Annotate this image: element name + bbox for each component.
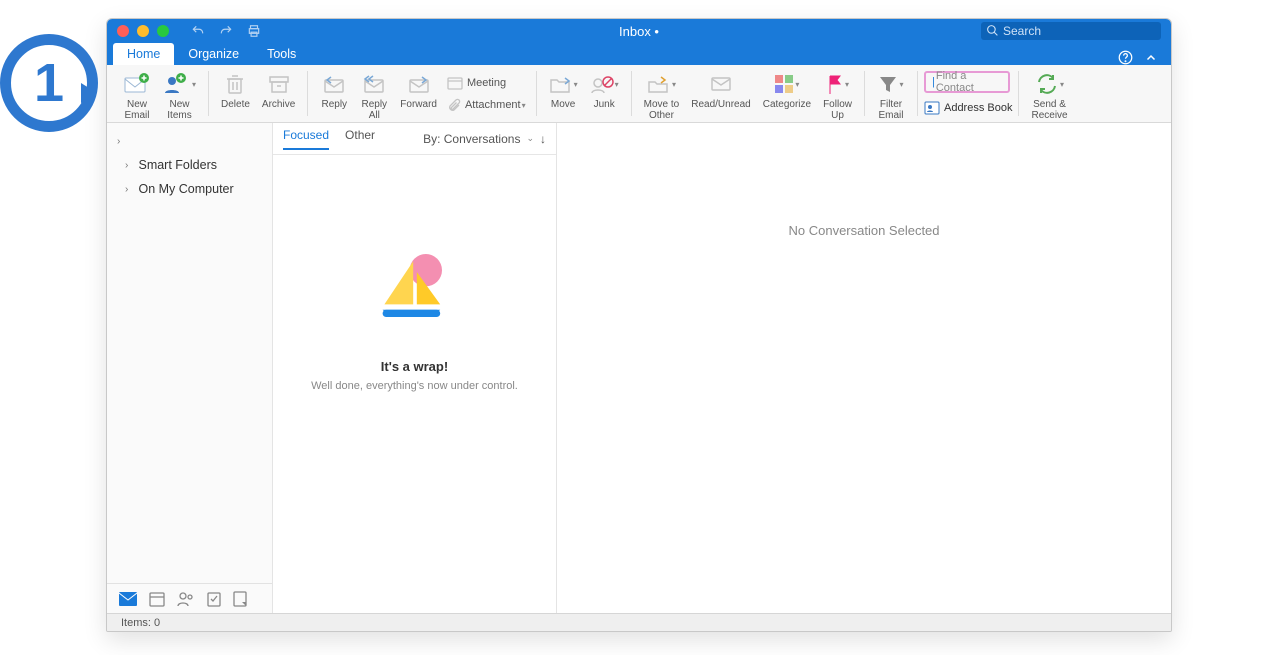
sidebar-smart-folders[interactable]: › Smart Folders bbox=[107, 153, 272, 177]
tab-tools[interactable]: Tools bbox=[253, 43, 310, 65]
filter-email-button[interactable]: ▾ Filter Email bbox=[871, 69, 911, 121]
empty-state: It's a wrap! Well done, everything's now… bbox=[273, 155, 556, 613]
people-nav-icon[interactable] bbox=[177, 591, 195, 607]
notes-nav-icon[interactable] bbox=[233, 591, 247, 607]
follow-up-button[interactable]: ▾ Follow Up bbox=[817, 69, 858, 121]
categorize-button[interactable]: ▾ Categorize bbox=[757, 69, 817, 110]
send-receive-button[interactable]: ▾ Send & Receive bbox=[1025, 69, 1073, 121]
callout-step-badge: 1 bbox=[0, 34, 98, 132]
print-icon[interactable] bbox=[247, 24, 261, 38]
nav-switcher bbox=[107, 583, 272, 613]
calendar-nav-icon[interactable] bbox=[149, 591, 165, 607]
sidebar-expander[interactable]: › bbox=[107, 129, 272, 153]
message-list: Focused Other By: Conversations⌄ ↓ It's … bbox=[273, 123, 557, 613]
help-icon[interactable] bbox=[1118, 50, 1133, 65]
body: › › Smart Folders › On My Computer Focus… bbox=[107, 123, 1171, 613]
find-contact-input[interactable]: |Find a Contact bbox=[924, 71, 1010, 93]
search-input[interactable] bbox=[981, 22, 1161, 40]
reply-button[interactable]: Reply bbox=[314, 69, 354, 110]
meeting-button[interactable]: Meeting bbox=[443, 73, 530, 93]
tasks-nav-icon[interactable] bbox=[207, 591, 221, 607]
sort-by-button[interactable]: By: Conversations⌄ ↓ bbox=[423, 132, 546, 146]
tab-home[interactable]: Home bbox=[113, 43, 174, 65]
ribbon-tabs: Home Organize Tools bbox=[107, 43, 1171, 65]
move-to-other-button[interactable]: ▾ Move to Other bbox=[638, 69, 686, 121]
search-wrapper bbox=[981, 22, 1161, 40]
tab-organize[interactable]: Organize bbox=[174, 43, 253, 65]
quick-access-toolbar bbox=[191, 24, 261, 38]
archive-button[interactable]: Archive bbox=[256, 69, 301, 110]
window-close-button[interactable] bbox=[117, 25, 129, 37]
new-email-button[interactable]: New Email bbox=[117, 69, 157, 121]
sidebar-on-my-computer[interactable]: › On My Computer bbox=[107, 177, 272, 201]
new-items-button[interactable]: ▾ New Items bbox=[157, 69, 202, 121]
focused-tab[interactable]: Focused bbox=[283, 128, 329, 150]
window-zoom-button[interactable] bbox=[157, 25, 169, 37]
app-window: Inbox • Home Organize Tools New Email ▾ … bbox=[106, 18, 1172, 632]
forward-button[interactable]: Forward bbox=[394, 69, 443, 110]
empty-subtitle: Well done, everything's now under contro… bbox=[311, 380, 518, 392]
address-book-button[interactable]: Address Book bbox=[924, 101, 1012, 115]
undo-icon[interactable] bbox=[191, 24, 205, 38]
delete-button[interactable]: Delete bbox=[215, 69, 256, 110]
redo-icon[interactable] bbox=[219, 24, 233, 38]
junk-button[interactable]: ▾ Junk bbox=[584, 69, 625, 110]
title-bar: Inbox • bbox=[107, 19, 1171, 43]
reading-pane: No Conversation Selected bbox=[557, 123, 1171, 613]
collapse-ribbon-icon[interactable] bbox=[1145, 52, 1157, 64]
item-count: Items: 0 bbox=[121, 617, 160, 629]
reply-all-button[interactable]: Reply All bbox=[354, 69, 394, 121]
sailboat-illustration bbox=[370, 245, 460, 335]
other-tab[interactable]: Other bbox=[345, 128, 375, 150]
traffic-lights bbox=[107, 25, 169, 37]
read-unread-button[interactable]: Read/Unread bbox=[685, 69, 756, 110]
search-icon bbox=[986, 24, 999, 37]
reading-empty-text: No Conversation Selected bbox=[788, 223, 939, 238]
sort-direction-icon[interactable]: ↓ bbox=[540, 132, 546, 146]
move-button[interactable]: ▾ Move bbox=[543, 69, 584, 110]
ribbon: New Email ▾ New Items Delete Archive Rep… bbox=[107, 65, 1171, 123]
mail-nav-icon[interactable] bbox=[119, 592, 137, 606]
attachment-button[interactable]: Attachment▾ bbox=[443, 95, 530, 115]
message-list-header: Focused Other By: Conversations⌄ ↓ bbox=[273, 123, 556, 155]
window-minimize-button[interactable] bbox=[137, 25, 149, 37]
status-bar: Items: 0 bbox=[107, 613, 1171, 631]
folder-sidebar: › › Smart Folders › On My Computer bbox=[107, 123, 273, 613]
window-title: Inbox • bbox=[619, 24, 659, 39]
empty-title: It's a wrap! bbox=[381, 359, 448, 374]
